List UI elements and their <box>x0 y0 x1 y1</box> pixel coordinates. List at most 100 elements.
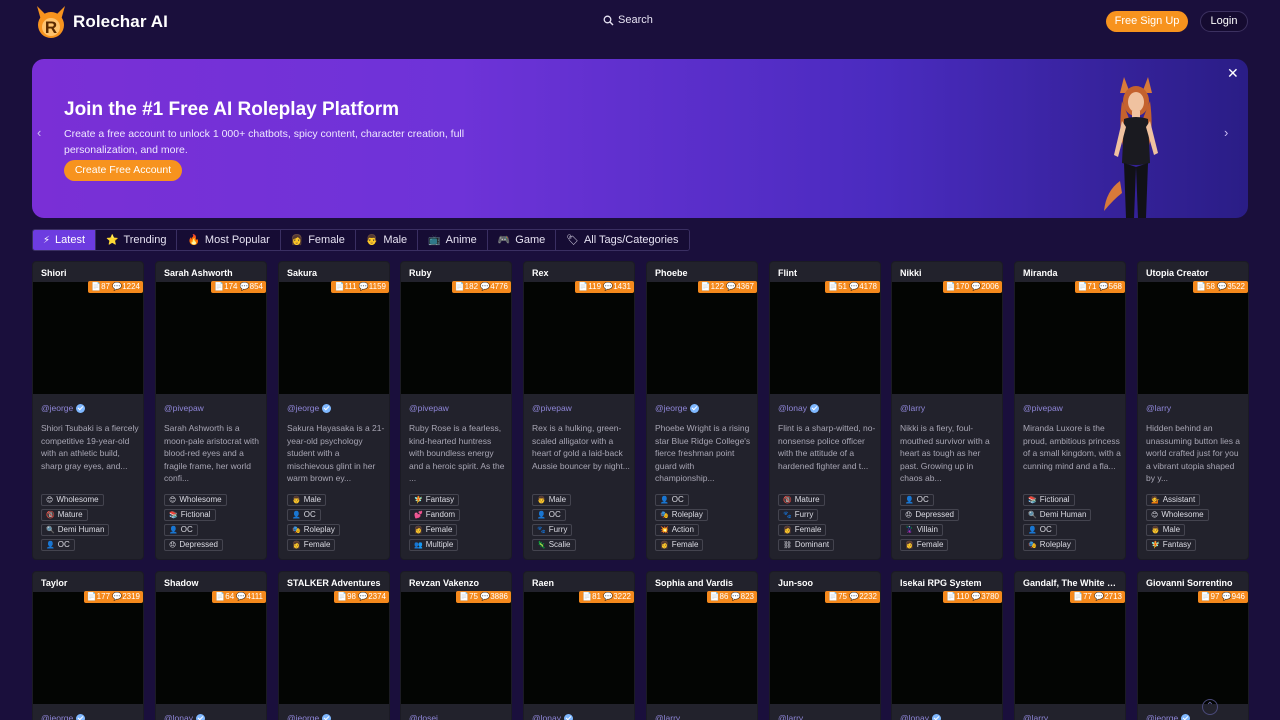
author-link[interactable]: @dosei <box>409 713 438 720</box>
character-avatar-image[interactable] <box>1015 592 1125 704</box>
author-link[interactable]: @pivepaw <box>409 403 449 413</box>
tag-chip[interactable]: 👩 Female <box>287 539 336 551</box>
tag-chip[interactable]: 👨 Male <box>287 494 327 506</box>
tag-chip[interactable]: 👨 Male <box>532 494 572 506</box>
author-link[interactable]: @larry <box>778 713 803 720</box>
author-link[interactable]: @jeorge <box>41 713 86 720</box>
character-card[interactable]: Miranda 📄71 💬568 @pivepaw Miranda Luxore is… <box>1014 261 1126 560</box>
character-card[interactable]: Jun-soo 📄75 💬2232 @larry <box>769 571 881 720</box>
tag-chip[interactable]: 🎭 Roleplay <box>1023 539 1076 551</box>
character-avatar-image[interactable] <box>524 592 634 704</box>
character-avatar-image[interactable] <box>279 282 389 394</box>
character-card[interactable]: Nikki 📄170 💬2006 @larry Nikki is a fiery, f… <box>891 261 1003 560</box>
tag-chip[interactable]: 👩 Female <box>900 539 949 551</box>
tab-male[interactable]: 👨 Male <box>355 230 419 250</box>
character-card[interactable]: Ruby 📄182 💬4776 @pivepaw Ruby Rose is a fea… <box>400 261 512 560</box>
banner-prev-chevron-icon[interactable]: ‹ <box>37 125 41 140</box>
character-avatar-image[interactable] <box>279 592 389 704</box>
author-link[interactable]: @pivepaw <box>164 403 204 413</box>
author-link[interactable]: @larry <box>1023 713 1048 720</box>
tag-chip[interactable]: 💕 Fandom <box>409 509 461 521</box>
author-link[interactable]: @lonay <box>900 713 941 720</box>
tag-chip[interactable]: 🧚 Fantasy <box>409 494 460 506</box>
character-card[interactable]: Revzan Vakenzo 📄75 💬3886 @dosei <box>400 571 512 720</box>
character-card[interactable]: Taylor 📄177 💬2319 @jeorge <box>32 571 144 720</box>
author-link[interactable]: @jeorge <box>1146 713 1191 720</box>
character-avatar-image[interactable] <box>524 282 634 394</box>
scroll-to-top-icon[interactable]: ⌃ <box>1202 699 1218 715</box>
tab-latest[interactable]: ⚡ Latest <box>33 230 96 250</box>
character-avatar-image[interactable] <box>1138 282 1248 394</box>
tag-chip[interactable]: 😊 Wholesome <box>164 494 227 506</box>
tag-chip[interactable]: 🔞 Mature <box>41 509 88 521</box>
free-signup-button[interactable]: Free Sign Up <box>1106 11 1188 32</box>
character-card[interactable]: Giovanni Sorrentino 📄97 💬946 @jeorge <box>1137 571 1249 720</box>
login-button[interactable]: Login <box>1200 11 1248 32</box>
author-link[interactable]: @lonay <box>164 713 205 720</box>
tag-chip[interactable]: 🦹 Villain <box>900 524 943 536</box>
tag-chip[interactable]: 🦎 Scalie <box>532 539 576 551</box>
character-avatar-image[interactable] <box>892 282 1002 394</box>
tag-chip[interactable]: 🎭 Roleplay <box>655 509 708 521</box>
tag-chip[interactable]: 👩 Female <box>409 524 458 536</box>
character-card[interactable]: Utopia Creator 📄58 💬3522 @larry Hidden behi… <box>1137 261 1249 560</box>
author-link[interactable]: @jeorge <box>41 403 86 413</box>
tab-anime[interactable]: 📺 Anime <box>418 230 488 250</box>
search-button[interactable]: Search <box>603 14 653 26</box>
author-link[interactable]: @jeorge <box>655 403 700 413</box>
tab-all-tags[interactable]: 🏷 All Tags/Categories <box>556 230 689 250</box>
author-link[interactable]: @larry <box>655 713 680 720</box>
banner-close-icon[interactable]: ✕ <box>1227 65 1239 82</box>
character-card[interactable]: Shiori 📄87 💬1224 @jeorge Shiori Tsubaki is … <box>32 261 144 560</box>
tag-chip[interactable]: 👤 OC <box>655 494 689 506</box>
character-avatar-image[interactable] <box>401 282 511 394</box>
brand-logo[interactable]: R Rolechar AI <box>32 4 168 40</box>
character-card[interactable]: Flint 📄51 💬4178 @lonay Flint is a sharp-wit… <box>769 261 881 560</box>
tag-chip[interactable]: 👤 OC <box>41 539 75 551</box>
tag-chip[interactable]: 🎭 Roleplay <box>287 524 340 536</box>
author-link[interactable]: @pivepaw <box>532 403 572 413</box>
tag-chip[interactable]: 👨 Male <box>1146 524 1186 536</box>
character-card[interactable]: Shadow 📄64 💬4111 @lonay <box>155 571 267 720</box>
tag-chip[interactable]: 🔍 Demi Human <box>1023 509 1092 521</box>
tag-chip[interactable]: 🐾 Furry <box>532 524 573 536</box>
character-card[interactable]: STALKER Adventures 📄98 💬2374 @jeorge <box>278 571 390 720</box>
tag-chip[interactable]: 👥 Multiple <box>409 539 459 551</box>
tag-chip[interactable]: 👤 OC <box>532 509 566 521</box>
tag-chip[interactable]: 👩 Female <box>778 524 827 536</box>
tag-chip[interactable]: 💁 Assistant <box>1146 494 1201 506</box>
tag-chip[interactable]: ⛓ Dominant <box>778 539 835 551</box>
tag-chip[interactable]: 👤 OC <box>164 524 198 536</box>
tag-chip[interactable]: 👤 OC <box>287 509 321 521</box>
character-avatar-image[interactable] <box>33 592 143 704</box>
tag-chip[interactable]: 😊 Wholesome <box>1146 509 1209 521</box>
character-avatar-image[interactable] <box>647 592 757 704</box>
character-avatar-image[interactable] <box>892 592 1002 704</box>
character-avatar-image[interactable] <box>1015 282 1125 394</box>
author-link[interactable]: @jeorge <box>287 403 332 413</box>
tag-chip[interactable]: 💥 Action <box>655 524 699 536</box>
tab-trending[interactable]: ⭐ Trending <box>96 230 178 250</box>
character-avatar-image[interactable] <box>770 592 880 704</box>
tab-female[interactable]: 👩 Female <box>280 230 356 250</box>
tag-chip[interactable]: 🐾 Furry <box>778 509 819 521</box>
character-avatar-image[interactable] <box>1138 592 1248 704</box>
character-avatar-image[interactable] <box>156 282 266 394</box>
author-link[interactable]: @lonay <box>532 713 573 720</box>
character-card[interactable]: Raen 📄81 💬3222 @lonay <box>523 571 635 720</box>
character-avatar-image[interactable] <box>647 282 757 394</box>
tag-chip[interactable]: 📚 Fictional <box>1023 494 1075 506</box>
tag-chip[interactable]: 📚 Fictional <box>164 509 216 521</box>
create-account-button[interactable]: Create Free Account <box>64 160 182 181</box>
character-avatar-image[interactable] <box>156 592 266 704</box>
character-avatar-image[interactable] <box>401 592 511 704</box>
author-link[interactable]: @lonay <box>778 403 819 413</box>
tag-chip[interactable]: 🔞 Mature <box>778 494 825 506</box>
tab-most-popular[interactable]: 🔥 Most Popular <box>177 230 281 250</box>
author-link[interactable]: @pivepaw <box>1023 403 1063 413</box>
tag-chip[interactable]: 🔍 Demi Human <box>41 524 110 536</box>
character-card[interactable]: Rex 📄119 💬1431 @pivepaw Rex is a hulking, g… <box>523 261 635 560</box>
tag-chip[interactable]: 😞 Depressed <box>900 509 959 521</box>
tag-chip[interactable]: 🧚 Fantasy <box>1146 539 1197 551</box>
tag-chip[interactable]: 😊 Wholesome <box>41 494 104 506</box>
